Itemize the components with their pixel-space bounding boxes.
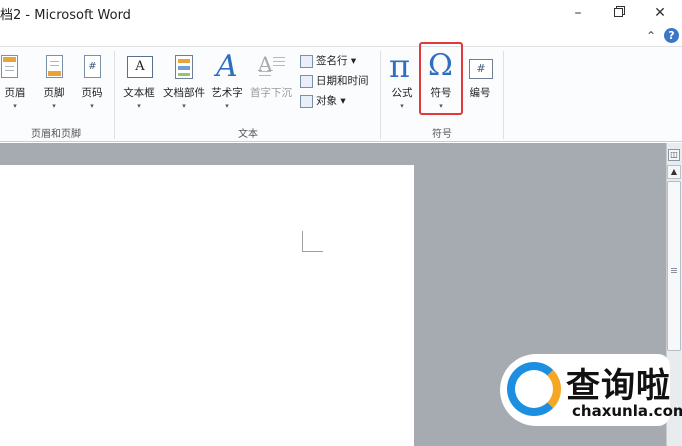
drop-cap-icon: A bbox=[257, 52, 285, 83]
watermark-text-en: chaxunla.com bbox=[572, 402, 682, 420]
wordart-icon: A bbox=[216, 49, 238, 84]
numbering-label: 编号 bbox=[469, 87, 491, 99]
date-time-icon bbox=[300, 74, 313, 88]
ribbon-insert: 页眉 ▾ 页脚 ▾ # 页码 ▾ 页眉和页脚 A 文本框 ▾ 文档部件 ▾ A … bbox=[0, 46, 682, 142]
close-button[interactable]: ✕ bbox=[648, 3, 672, 23]
header-button[interactable]: 页眉 ▾ bbox=[0, 53, 30, 111]
signature-line-button[interactable]: 签名行 ▾ bbox=[300, 53, 356, 71]
footer-button[interactable]: 页脚 ▾ bbox=[38, 53, 70, 111]
page-number-icon: # bbox=[78, 53, 106, 83]
watermark-text-cn: 查询啦 bbox=[566, 366, 671, 406]
page-number-label: 页码 bbox=[81, 87, 103, 99]
margin-corner-mark bbox=[302, 231, 303, 252]
document-page[interactable] bbox=[0, 165, 414, 446]
object-button[interactable]: 对象 ▾ bbox=[300, 93, 346, 111]
symbol-highlight-box bbox=[419, 42, 463, 115]
group-divider bbox=[114, 51, 115, 139]
restore-button[interactable] bbox=[606, 3, 630, 23]
equation-icon: π bbox=[389, 47, 411, 85]
textbox-label: 文本框 bbox=[123, 87, 155, 99]
minimize-button[interactable]: – bbox=[566, 3, 590, 23]
date-time-label: 日期和时间 bbox=[316, 75, 369, 87]
chevron-down-icon: ▾ bbox=[182, 102, 186, 110]
watermark: 查询啦 chaxunla.com bbox=[500, 354, 682, 426]
chevron-down-icon: ▾ bbox=[90, 102, 94, 110]
date-time-button[interactable]: 日期和时间 bbox=[300, 73, 369, 91]
header-label: 页眉 bbox=[4, 87, 26, 99]
quick-parts-icon bbox=[170, 53, 198, 83]
drop-cap-label: 首字下沉 bbox=[250, 87, 292, 99]
header-icon bbox=[1, 53, 29, 83]
help-icon[interactable]: ? bbox=[664, 28, 679, 43]
chevron-down-icon: ▾ bbox=[400, 102, 404, 110]
numbering-button[interactable]: # 编号 bbox=[464, 53, 496, 100]
equation-label: 公式 bbox=[391, 87, 413, 99]
signature-line-label: 签名行 ▾ bbox=[316, 55, 357, 67]
textbox-button[interactable]: A 文本框 ▾ bbox=[120, 53, 158, 111]
restore-icon bbox=[613, 8, 623, 17]
scroll-up-icon[interactable]: ▲ bbox=[667, 165, 681, 179]
object-label: 对象 ▾ bbox=[316, 95, 346, 107]
chevron-down-icon: ▾ bbox=[52, 102, 56, 110]
scroll-grip-icon bbox=[671, 268, 677, 269]
title-bar: 档2 - Microsoft Word – ✕ bbox=[0, 0, 682, 26]
page-number-button[interactable]: # 页码 ▾ bbox=[76, 53, 108, 111]
signature-line-icon bbox=[300, 54, 313, 68]
footer-label: 页脚 bbox=[43, 87, 65, 99]
group-label-symbols: 符号 bbox=[432, 129, 452, 140]
footer-icon bbox=[40, 53, 68, 83]
chevron-down-icon: ▾ bbox=[225, 102, 229, 110]
object-icon bbox=[300, 94, 313, 108]
chevron-down-icon: ▾ bbox=[137, 102, 141, 110]
group-label-text: 文本 bbox=[238, 129, 258, 140]
ruler-toggle-icon[interactable]: ◫ bbox=[668, 149, 680, 161]
group-divider bbox=[503, 51, 504, 139]
group-divider bbox=[380, 51, 381, 139]
collapse-ribbon-icon[interactable]: ⌃ bbox=[646, 29, 656, 43]
wordart-button[interactable]: A 艺术字 ▾ bbox=[208, 49, 246, 111]
textbox-icon: A bbox=[125, 53, 153, 83]
quick-parts-button[interactable]: 文档部件 ▾ bbox=[161, 53, 207, 111]
scroll-thumb[interactable] bbox=[667, 181, 681, 351]
close-icon: ✕ bbox=[654, 5, 666, 21]
watermark-logo-icon bbox=[507, 362, 561, 416]
equation-button[interactable]: π 公式 ▾ bbox=[386, 47, 418, 111]
wordart-label: 艺术字 bbox=[211, 87, 243, 99]
group-label-header-footer: 页眉和页脚 bbox=[31, 129, 81, 140]
margin-corner-mark bbox=[302, 251, 323, 252]
quick-parts-label: 文档部件 bbox=[163, 87, 205, 99]
drop-cap-button: A 首字下沉 bbox=[248, 52, 294, 100]
numbering-icon: # bbox=[466, 53, 494, 83]
chevron-down-icon: ▾ bbox=[13, 102, 17, 110]
minimize-icon: – bbox=[574, 5, 582, 21]
window-title: 档2 - Microsoft Word bbox=[0, 8, 131, 23]
ribbon-tab-row: ⌃ ? bbox=[0, 26, 682, 46]
